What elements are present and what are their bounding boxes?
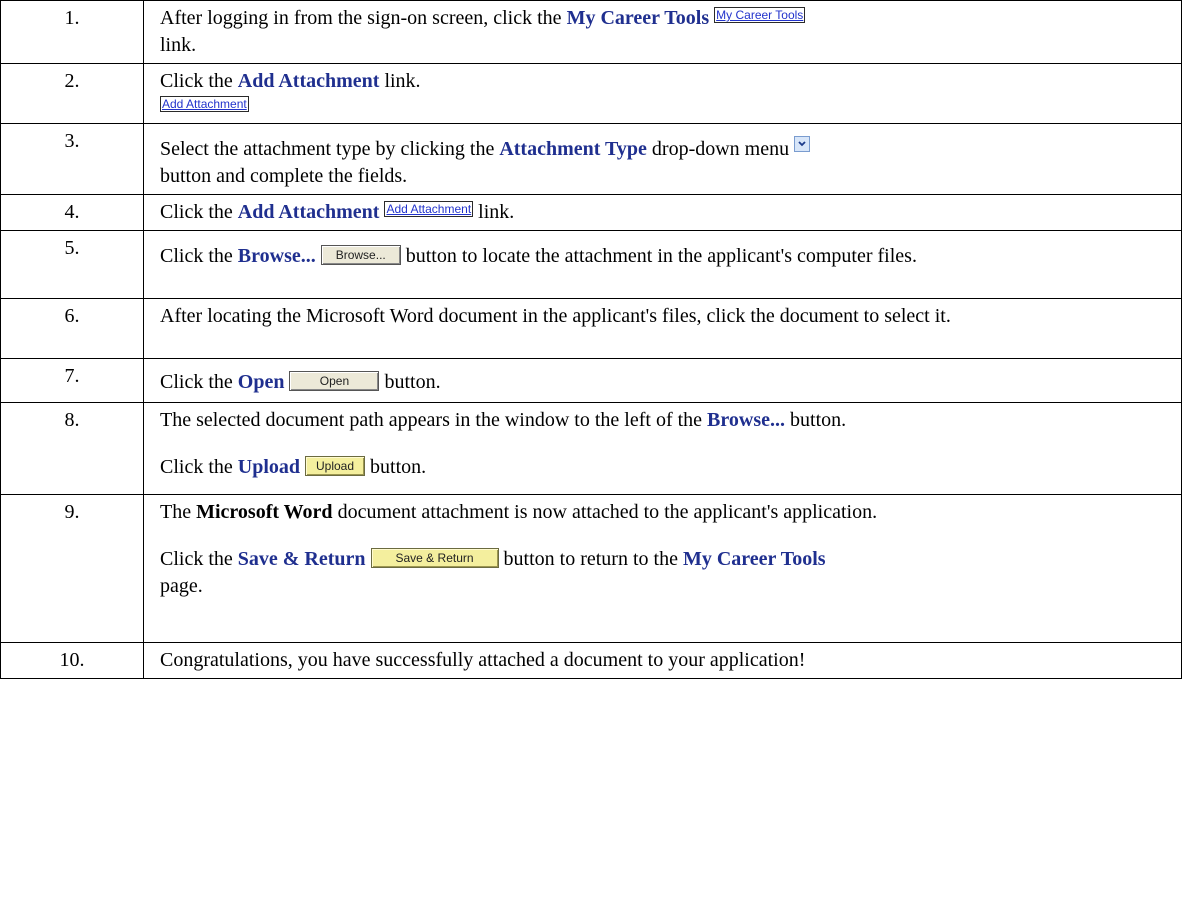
bold-term: My Career Tools <box>566 7 710 29</box>
table-row: 8. The selected document path appears in… <box>0 402 1182 495</box>
table-row: 9. The Microsoft Word document attachmen… <box>0 494 1182 643</box>
open-button-image[interactable]: Open <box>289 371 380 391</box>
step-number: 1. <box>0 0 144 64</box>
bold-term: Upload <box>237 456 301 478</box>
step-number: 5. <box>0 230 144 299</box>
table-row: 5. Click the Browse... Browse... button … <box>0 230 1182 299</box>
step-text: Click the Browse... Browse... button to … <box>143 230 1182 299</box>
table-row: 1. After logging in from the sign-on scr… <box>0 0 1182 64</box>
my-career-tools-link-image[interactable]: My Career Tools <box>714 7 806 23</box>
bold-term: Open <box>237 371 285 393</box>
bold-term: Attachment Type <box>499 138 647 160</box>
table-row: 10. Congratulations, you have successful… <box>0 642 1182 679</box>
bold-term: Browse... <box>707 409 786 431</box>
step-text: Select the attachment type by clicking t… <box>143 123 1182 195</box>
step-text: Congratulations, you have successfully a… <box>143 642 1182 679</box>
step-number: 8. <box>0 402 144 495</box>
step-text: After logging in from the sign-on screen… <box>143 0 1182 64</box>
table-row: 7. Click the Open Open button. <box>0 358 1182 403</box>
step-number: 6. <box>0 298 144 359</box>
add-attachment-link-image[interactable]: Add Attachment <box>384 201 474 217</box>
step-number: 7. <box>0 358 144 403</box>
table-row: 4. Click the Add Attachment Add Attachme… <box>0 194 1182 231</box>
step-number: 9. <box>0 494 144 643</box>
bold-term: My Career Tools <box>682 548 826 570</box>
bold-term: Save & Return <box>237 548 366 570</box>
step-number: 2. <box>0 63 144 124</box>
dropdown-button-image[interactable] <box>794 136 811 152</box>
upload-button-image[interactable]: Upload <box>305 456 366 476</box>
step-text: After locating the Microsoft Word docume… <box>143 298 1182 359</box>
step-text: Click the Add Attachment Add Attachment … <box>143 194 1182 231</box>
table-row: 6. After locating the Microsoft Word doc… <box>0 298 1182 359</box>
save-return-button-image[interactable]: Save & Return <box>370 548 499 568</box>
step-text: Click the Open Open button. <box>143 358 1182 403</box>
chevron-down-icon <box>798 141 806 147</box>
step-text: The selected document path appears in th… <box>143 402 1182 495</box>
bold-term: Add Attachment <box>237 70 380 92</box>
instructions-table: 1. After logging in from the sign-on scr… <box>0 0 1182 679</box>
step-text: The Microsoft Word document attachment i… <box>143 494 1182 643</box>
step-number: 3. <box>0 123 144 195</box>
table-row: 3. Select the attachment type by clickin… <box>0 123 1182 195</box>
bold-term: Microsoft Word <box>196 501 333 523</box>
step-number: 4. <box>0 194 144 231</box>
step-number: 10. <box>0 642 144 679</box>
table-row: 2. Click the Add Attachment link. Add At… <box>0 63 1182 124</box>
browse-button-image[interactable]: Browse... <box>320 245 401 265</box>
step-text: Click the Add Attachment link. Add Attac… <box>143 63 1182 124</box>
add-attachment-link-image[interactable]: Add Attachment <box>160 96 249 112</box>
bold-term: Add Attachment <box>237 201 380 223</box>
bold-term: Browse... <box>237 245 316 267</box>
